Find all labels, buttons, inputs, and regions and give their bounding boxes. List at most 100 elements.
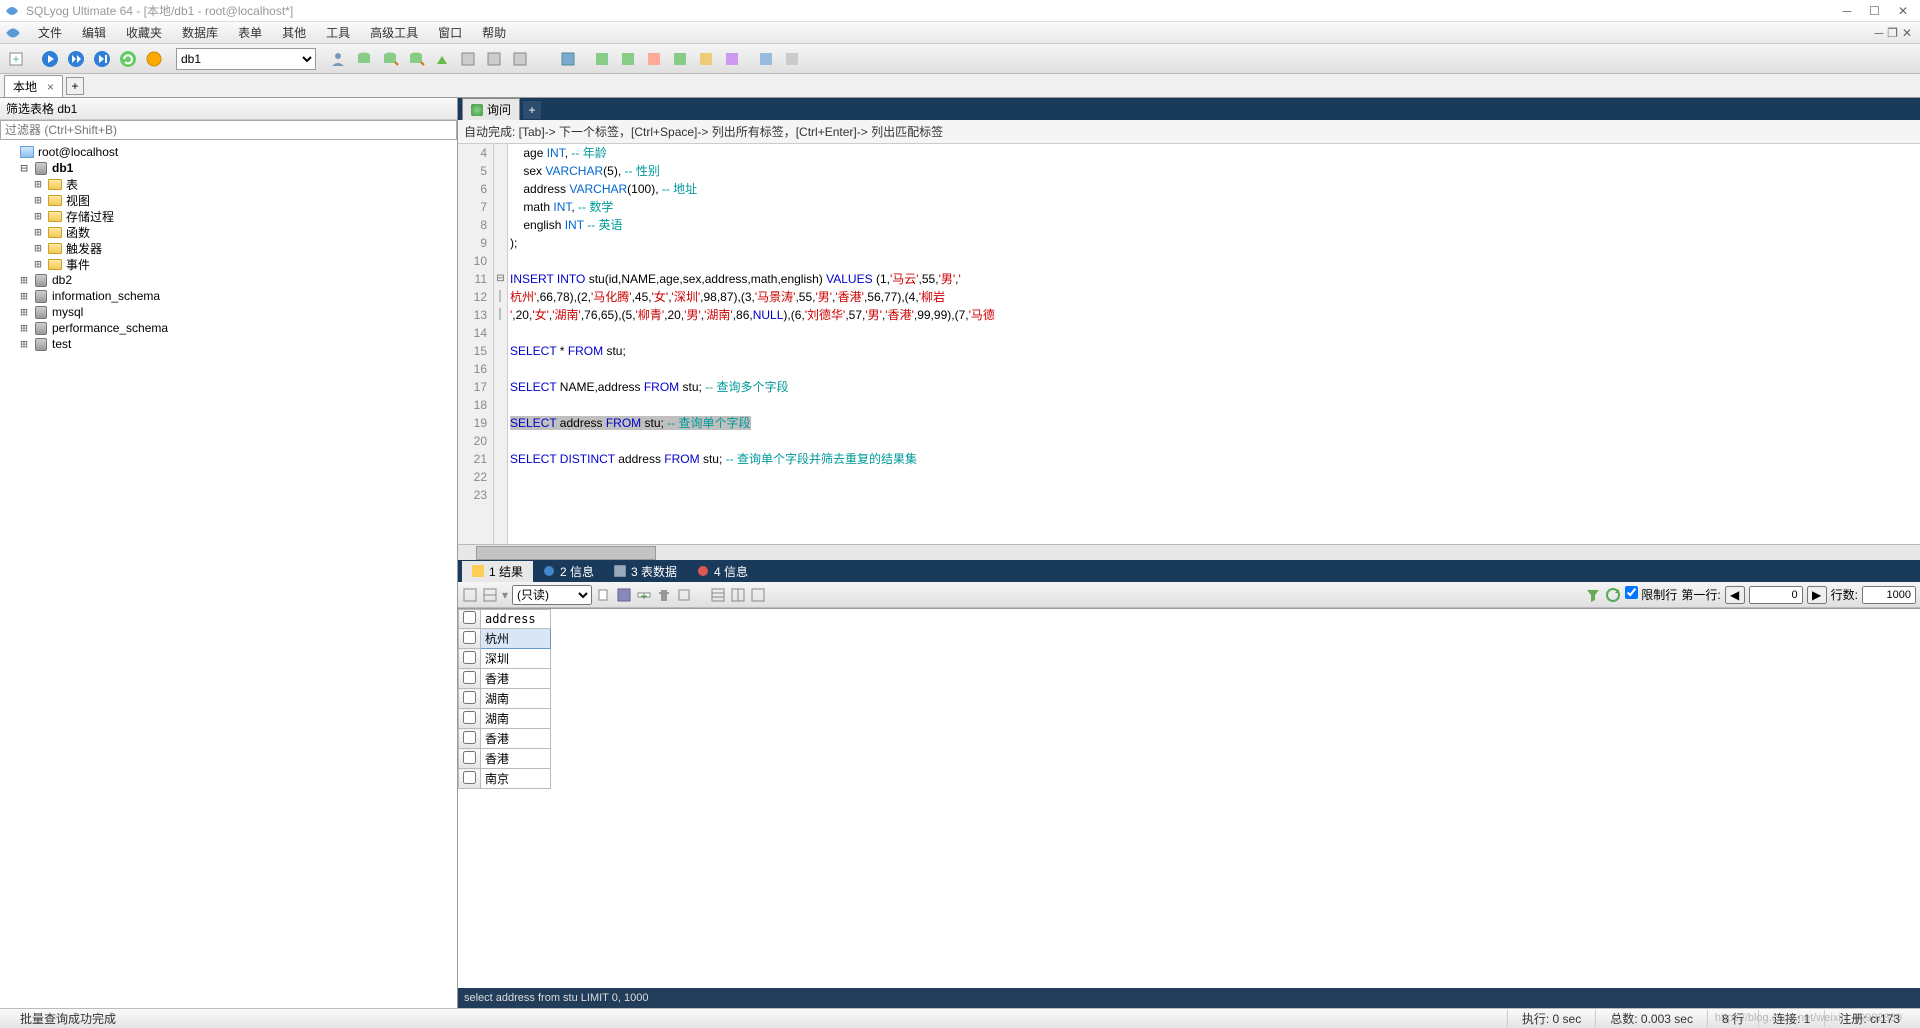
table-sync-icon[interactable] xyxy=(482,47,506,71)
result-grid[interactable]: address 杭州 深圳 香港 湖南 湖南 香港 香港 南京 xyxy=(458,608,1920,789)
table-row[interactable]: 深圳 xyxy=(459,649,551,669)
new-connection-icon[interactable]: + xyxy=(4,47,28,71)
run-query-icon[interactable] xyxy=(38,47,62,71)
tool-1-icon[interactable] xyxy=(590,47,614,71)
run-step-icon[interactable] xyxy=(90,47,114,71)
tree-folder-procs[interactable]: ⊞存储过程 xyxy=(4,208,453,224)
mdi-close-icon[interactable]: ✕ xyxy=(1902,26,1912,40)
result-tab-info[interactable]: 2 信息 xyxy=(533,561,604,582)
mdi-restore-icon[interactable]: ❐ xyxy=(1887,26,1898,40)
tree-server-root[interactable]: root@localhost xyxy=(4,144,453,160)
table-row[interactable]: 香港 xyxy=(459,729,551,749)
menu-file[interactable]: 文件 xyxy=(28,22,72,43)
column-header-address[interactable]: address xyxy=(481,610,551,629)
sql-editor[interactable]: 4567891011121314151617181920212223 ⊟││ a… xyxy=(458,144,1920,544)
schema-sync-icon[interactable] xyxy=(508,47,532,71)
app-logo-icon xyxy=(4,3,20,19)
result-area: address 杭州 深圳 香港 湖南 湖南 香港 香港 南京 select a… xyxy=(458,608,1920,1008)
prev-page-button[interactable]: ◀ xyxy=(1725,586,1745,604)
duplicate-row-icon[interactable] xyxy=(676,587,692,603)
grid-view-icon[interactable] xyxy=(462,587,478,603)
tree-folder-funcs[interactable]: ⊞函数 xyxy=(4,224,453,240)
table-row[interactable]: 杭州 xyxy=(459,629,551,649)
tree-db-mysql[interactable]: ⊞mysql xyxy=(4,304,453,320)
export-csv-icon[interactable] xyxy=(556,47,580,71)
db-refresh-icon[interactable] xyxy=(352,47,376,71)
refresh-icon[interactable] xyxy=(116,47,140,71)
connection-tab-local[interactable]: 本地 × xyxy=(4,75,63,97)
table-row[interactable]: 香港 xyxy=(459,749,551,769)
minimize-icon[interactable]: ─ xyxy=(1843,4,1852,18)
tool-3-icon[interactable] xyxy=(642,47,666,71)
db-backup-icon[interactable] xyxy=(430,47,454,71)
connection-tab-close-icon[interactable]: × xyxy=(47,80,54,94)
result-tab-result[interactable]: 1 结果 xyxy=(462,561,533,582)
tree-db-perf-schema[interactable]: ⊞performance_schema xyxy=(4,320,453,336)
table-row[interactable]: 湖南 xyxy=(459,709,551,729)
refresh-results-icon[interactable] xyxy=(1605,587,1621,603)
view-mode-2-icon[interactable] xyxy=(730,587,746,603)
tree-db-db1[interactable]: ⊟db1 xyxy=(4,160,453,176)
table-row[interactable]: 湖南 xyxy=(459,689,551,709)
db-import-icon[interactable] xyxy=(404,47,428,71)
save-icon[interactable] xyxy=(616,587,632,603)
view-mode-3-icon[interactable] xyxy=(750,587,766,603)
result-tab-tabledata[interactable]: 3 表数据 xyxy=(604,561,687,582)
filter-icon[interactable] xyxy=(1585,587,1601,603)
object-tree[interactable]: root@localhost ⊟db1 ⊞表 ⊞视图 ⊞存储过程 ⊞函数 ⊞触发… xyxy=(0,140,457,1008)
menu-database[interactable]: 数据库 xyxy=(172,22,228,43)
app-menu-icon[interactable] xyxy=(4,24,22,42)
menu-advanced-tools[interactable]: 高级工具 xyxy=(360,22,428,43)
mdi-minimize-icon[interactable]: ─ xyxy=(1875,26,1884,40)
next-page-button[interactable]: ▶ xyxy=(1807,586,1827,604)
menu-help[interactable]: 帮助 xyxy=(472,22,516,43)
tree-db-test[interactable]: ⊞test xyxy=(4,336,453,352)
database-selector[interactable]: db1 xyxy=(176,48,316,70)
copy-icon[interactable] xyxy=(596,587,612,603)
menu-favorites[interactable]: 收藏夹 xyxy=(116,22,172,43)
menu-table[interactable]: 表单 xyxy=(228,22,272,43)
tool-5-icon[interactable] xyxy=(694,47,718,71)
editor-code[interactable]: age INT, -- 年龄 sex VARCHAR(5), -- 性别 add… xyxy=(508,144,1920,544)
tool-8-icon[interactable] xyxy=(780,47,804,71)
tool-2-icon[interactable] xyxy=(616,47,640,71)
menu-other[interactable]: 其他 xyxy=(272,22,316,43)
table-row[interactable]: 香港 xyxy=(459,669,551,689)
tree-folder-views[interactable]: ⊞视图 xyxy=(4,192,453,208)
close-icon[interactable]: ✕ xyxy=(1898,4,1908,18)
tool-7-icon[interactable] xyxy=(754,47,778,71)
run-all-icon[interactable] xyxy=(64,47,88,71)
tool-6-icon[interactable] xyxy=(720,47,744,71)
menu-edit[interactable]: 编辑 xyxy=(72,22,116,43)
tree-folder-tables[interactable]: ⊞表 xyxy=(4,176,453,192)
editor-fold-column[interactable]: ⊟││ xyxy=(494,144,508,544)
db-sync-icon[interactable] xyxy=(456,47,480,71)
first-row-input[interactable] xyxy=(1749,586,1803,604)
query-tab-1[interactable]: 询问 xyxy=(462,98,520,120)
rows-input[interactable] xyxy=(1862,586,1916,604)
editor-horizontal-scrollbar[interactable] xyxy=(458,544,1920,560)
menu-window[interactable]: 窗口 xyxy=(428,22,472,43)
limit-rows-checkbox[interactable]: 限制行 xyxy=(1625,586,1677,603)
tree-folder-triggers[interactable]: ⊞触发器 xyxy=(4,240,453,256)
db-export-icon[interactable] xyxy=(378,47,402,71)
maximize-icon[interactable]: ☐ xyxy=(1869,4,1880,18)
view-mode-1-icon[interactable] xyxy=(710,587,726,603)
stop-icon[interactable] xyxy=(142,47,166,71)
sidebar-filter-input[interactable] xyxy=(0,120,457,140)
add-row-icon[interactable]: + xyxy=(636,587,652,603)
tree-db-info-schema[interactable]: ⊞information_schema xyxy=(4,288,453,304)
tree-db-db2[interactable]: ⊞db2 xyxy=(4,272,453,288)
select-all-checkbox[interactable] xyxy=(463,611,476,624)
form-view-icon[interactable] xyxy=(482,587,498,603)
query-tab-add[interactable]: + xyxy=(523,101,541,119)
result-tab-info2[interactable]: 4 信息 xyxy=(687,561,758,582)
connection-tab-add[interactable]: + xyxy=(66,77,84,95)
delete-row-icon[interactable] xyxy=(656,587,672,603)
readonly-mode-select[interactable]: (只读) xyxy=(512,585,592,605)
tool-4-icon[interactable] xyxy=(668,47,692,71)
menu-tools[interactable]: 工具 xyxy=(316,22,360,43)
user-icon[interactable] xyxy=(326,47,350,71)
table-row[interactable]: 南京 xyxy=(459,769,551,789)
tree-folder-events[interactable]: ⊞事件 xyxy=(4,256,453,272)
